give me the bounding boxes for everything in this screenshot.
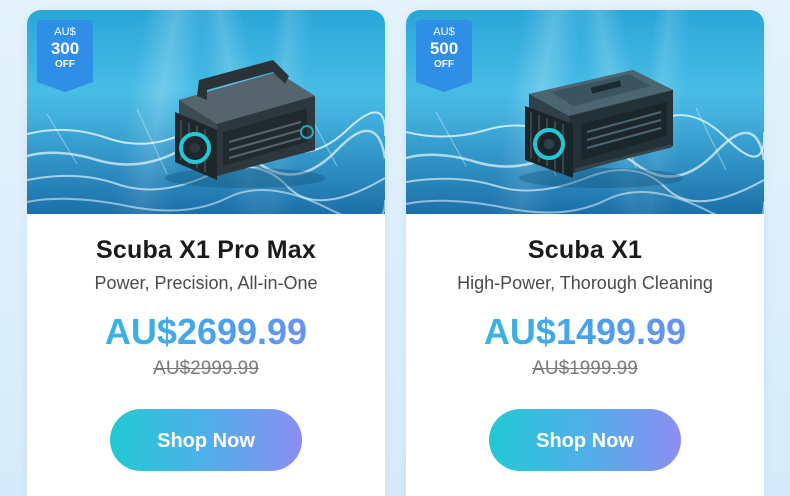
pool-robot-icon — [519, 70, 683, 188]
product-image[interactable]: AU$ 300 OFF — [27, 10, 385, 214]
badge-amount: 500 — [429, 39, 459, 58]
product-info: Scuba X1 Pro Max Power, Precision, All-i… — [27, 236, 385, 471]
badge-currency: AU$ — [433, 26, 455, 38]
product-subtitle: Power, Precision, All-in-One — [94, 273, 318, 293]
badge-off: OFF — [55, 59, 75, 70]
pool-robot-icon — [165, 60, 325, 188]
product-card-scuba-x1[interactable]: AU$ 500 OFF Scuba X1 High-Power, Thoroug… — [406, 10, 764, 496]
badge-currency: AU$ — [54, 26, 76, 38]
sale-price: AU$1499.99 — [406, 311, 764, 355]
original-price: AU$1999.99 — [532, 358, 638, 379]
original-price: AU$2999.99 — [153, 358, 259, 379]
product-title[interactable]: Scuba X1 — [406, 236, 764, 266]
badge-off: OFF — [434, 59, 454, 70]
product-card-scuba-x1-pro-max[interactable]: AU$ 300 OFF Scuba X1 Pro Max Power, Prec… — [27, 10, 385, 496]
shop-now-button[interactable]: Shop Now — [110, 409, 302, 471]
sale-price: AU$2699.99 — [27, 311, 385, 355]
shop-now-button[interactable]: Shop Now — [489, 409, 681, 471]
product-subtitle: High-Power, Thorough Cleaning — [457, 273, 713, 293]
product-grid: AU$ 300 OFF Scuba X1 Pro Max Power, Prec… — [0, 0, 790, 496]
product-info: Scuba X1 High-Power, Thorough Cleaning A… — [406, 236, 764, 471]
product-title[interactable]: Scuba X1 Pro Max — [27, 236, 385, 266]
discount-badge: AU$ 500 OFF — [416, 20, 472, 92]
discount-badge: AU$ 300 OFF — [37, 20, 93, 92]
product-image[interactable]: AU$ 500 OFF — [406, 10, 764, 214]
badge-amount: 300 — [50, 39, 80, 58]
